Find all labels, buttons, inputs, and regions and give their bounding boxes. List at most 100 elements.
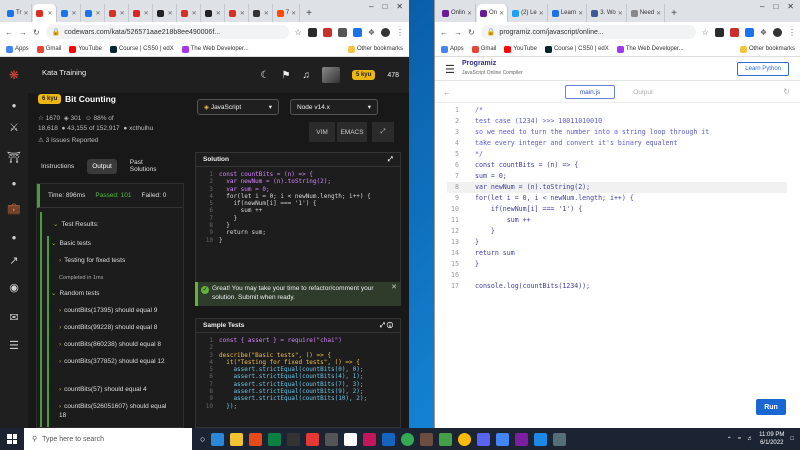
test-case[interactable]: › countBits(377852) should equal 12 xyxy=(59,357,169,366)
tab-close-icon[interactable]: ✕ xyxy=(72,10,77,17)
vim-mode-button[interactable]: VIM xyxy=(309,122,335,142)
code-line[interactable]: 2 test case (1234) >>> 10011010010 xyxy=(447,116,787,127)
chrome-icon[interactable] xyxy=(401,432,415,446)
code-line[interactable]: 17 console.log(countBits(1234)); xyxy=(447,281,787,292)
briefcase-icon[interactable]: 💼 xyxy=(6,200,22,216)
windows-start-icon[interactable] xyxy=(0,428,24,450)
app-icon[interactable] xyxy=(534,432,548,446)
forward-icon[interactable]: → xyxy=(19,28,27,37)
code-line[interactable]: 14 return sum xyxy=(447,248,787,259)
browser-tab[interactable]: ✕ xyxy=(225,4,249,22)
code-editor[interactable]: 1 /* 2 test case (1234) >>> 10011010010 3 so … xyxy=(435,103,800,428)
volume-icon[interactable]: ♬ xyxy=(747,436,753,442)
code-line[interactable]: 6 const countBits = (n) => { xyxy=(447,160,787,171)
code-line[interactable]: 3 var sum = 0; xyxy=(198,186,371,193)
profile-avatar[interactable] xyxy=(381,27,390,37)
bookmark-webdev[interactable]: The Web Developer... xyxy=(616,45,684,53)
code-line[interactable]: 16 xyxy=(447,270,787,281)
app-icon[interactable] xyxy=(420,432,434,446)
code-line[interactable]: 9 assert.strictEqual(countBits(10), 2); xyxy=(198,395,367,402)
chat-icon[interactable]: ✉ xyxy=(6,309,22,325)
tab-close-icon[interactable]: ✕ xyxy=(168,10,173,17)
tab-instructions[interactable]: Instructions xyxy=(36,159,79,174)
tab-close-icon[interactable]: ✕ xyxy=(240,10,245,17)
reload-icon[interactable]: ↻ xyxy=(33,28,40,37)
close-icon[interactable]: ✕ xyxy=(787,2,794,11)
code-line[interactable]: 9 for(let i = 0, i < newNum.length; i++) … xyxy=(447,193,787,204)
browser-tab[interactable]: ✕ xyxy=(57,4,81,22)
issues-link[interactable]: ⚠ 3 Issues Reported xyxy=(38,136,98,144)
programiz-logo[interactable]: Programiz xyxy=(462,60,496,67)
code-line[interactable]: 5 assert.strictEqual(countBits(0), 0); xyxy=(198,366,367,373)
fullscreen-icon[interactable]: ⤢ xyxy=(372,122,394,142)
code-line[interactable]: 3 so we need to turn the number into a st… xyxy=(447,127,787,138)
browser-tab[interactable]: 7 ✕ xyxy=(273,4,301,22)
test-case[interactable]: › countBits(57) should equal 4 xyxy=(59,385,147,394)
tab-close-icon[interactable]: ✕ xyxy=(499,10,504,17)
tab-close-icon[interactable]: ✕ xyxy=(578,10,583,17)
help-icon[interactable]: ⓘ xyxy=(387,322,393,329)
code-line[interactable]: 7 sum = 0; xyxy=(447,171,787,182)
fixed-tests-item[interactable]: › Testing for fixed tests xyxy=(59,256,125,265)
bookmark-star-icon[interactable]: ☆ xyxy=(702,28,709,37)
code-line[interactable]: 11 sum ++ xyxy=(447,215,787,226)
close-icon[interactable]: ✕ xyxy=(396,2,403,11)
tab-output[interactable]: Output xyxy=(87,158,117,174)
code-line[interactable]: 7 assert.strictEqual(countBits(7), 3); xyxy=(198,381,367,388)
code-line[interactable]: 5 if(newNum[i] === '1') { xyxy=(198,200,371,207)
code-line[interactable]: 10} xyxy=(198,237,371,244)
tab-close-icon[interactable]: ✕ xyxy=(539,10,544,17)
vscode-icon[interactable] xyxy=(382,432,396,446)
browser-tab[interactable]: ✕ xyxy=(249,4,273,22)
tab-close-icon[interactable]: ✕ xyxy=(656,10,661,17)
chrome-icon[interactable] xyxy=(458,432,472,446)
code-line[interactable]: 2 var newNum = (n).toString(2); xyxy=(198,178,371,185)
browser-tab[interactable]: Need ✕ xyxy=(627,4,666,22)
dojo-icon[interactable]: ⛩ xyxy=(6,149,22,165)
bookmark-gmail[interactable]: Gmail xyxy=(36,45,61,53)
tab-close-icon[interactable]: ✕ xyxy=(23,10,28,17)
sample-tests-editor[interactable]: 1 const { assert } = require("chai") 2 3 des… xyxy=(198,337,367,410)
cortana-icon[interactable]: ○ xyxy=(200,434,205,444)
back-icon[interactable]: ← xyxy=(440,28,448,37)
code-line[interactable]: 4 take every integer and convert it's bin… xyxy=(447,138,787,149)
tab-close-icon[interactable]: ✕ xyxy=(96,10,101,17)
bookmark-webdev[interactable]: The Web Developer... xyxy=(181,45,249,53)
emacs-mode-button[interactable]: EMACS xyxy=(337,122,367,142)
refresh-icon[interactable]: ↻ xyxy=(783,87,790,96)
browser-tab[interactable]: ✕ xyxy=(105,4,129,22)
solution-editor[interactable]: 1 const countBits = (n) => {2 var newNum … xyxy=(198,171,371,244)
trend-icon[interactable]: ↗ xyxy=(6,252,22,268)
tab-main-js[interactable]: main.js xyxy=(565,85,615,99)
browser-tab[interactable]: ✕ xyxy=(33,4,57,22)
tab-close-icon[interactable]: ✕ xyxy=(291,10,296,17)
code-line[interactable]: 1 /* xyxy=(447,105,787,116)
bookmark-edx[interactable]: Course | CS50 | edX xyxy=(109,45,174,53)
tab-close-icon[interactable]: ✕ xyxy=(618,10,623,17)
language-select[interactable]: ◈ JavaScript ▾ xyxy=(197,99,279,115)
browser-tab[interactable]: ✕ xyxy=(153,4,177,22)
app-icon[interactable] xyxy=(306,432,320,446)
app-icon[interactable] xyxy=(344,432,358,446)
bookmark-icon[interactable]: ⚑ xyxy=(282,70,291,81)
code-line[interactable]: 9 return sum; xyxy=(198,229,371,236)
left-url-bar[interactable]: 🔒 codewars.com/kata/526571aae218b8ee4900… xyxy=(45,25,289,39)
browser-tab[interactable]: ✕ xyxy=(177,4,201,22)
file-explorer-icon[interactable] xyxy=(230,432,244,446)
extension-icon[interactable] xyxy=(337,27,347,37)
tab-close-icon[interactable]: ✕ xyxy=(264,10,269,17)
task-view-icon[interactable] xyxy=(211,432,225,446)
code-line[interactable]: 10 if(newNum[i] === '1') { xyxy=(447,204,787,215)
random-tests-group[interactable]: ⌄ Random tests xyxy=(51,289,100,298)
browser-tab[interactable]: On ✕ xyxy=(477,4,509,22)
dot-icon[interactable]: ● xyxy=(6,175,22,191)
extensions-puzzle-icon[interactable]: ❖ xyxy=(368,28,375,37)
code-line[interactable]: 3 describe("Basic tests", () => { xyxy=(198,352,367,359)
avatar[interactable] xyxy=(321,67,340,83)
other-bookmarks[interactable]: Other bookmarks xyxy=(347,45,403,53)
minimize-icon[interactable]: – xyxy=(760,2,764,11)
bookmark-youtube[interactable]: YouTube xyxy=(69,45,102,53)
extension-icon[interactable] xyxy=(729,27,739,37)
app-icon[interactable] xyxy=(363,432,377,446)
tab-close-icon[interactable]: ✕ xyxy=(144,10,149,17)
